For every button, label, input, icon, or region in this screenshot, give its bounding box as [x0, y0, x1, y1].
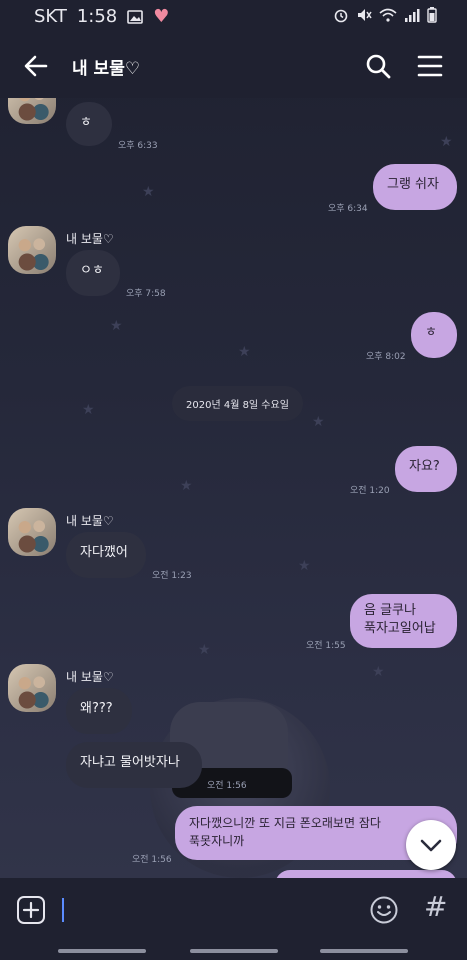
signal-icon	[405, 9, 420, 22]
message-bubble-incoming[interactable]: 자다깼어	[66, 532, 146, 578]
star-decoration: ★	[180, 478, 193, 494]
message-bubble-outgoing[interactable]: ㅎ	[411, 312, 457, 358]
message-time: 오후 6:34	[328, 204, 368, 214]
message-bubble-incoming[interactable]: ㅇㅎ	[66, 250, 120, 296]
message-input-bar: #	[0, 878, 467, 940]
avatar[interactable]	[8, 664, 56, 712]
nav-recents-button[interactable]	[58, 949, 146, 953]
avatar[interactable]	[8, 508, 56, 556]
message-time: 오전 1:56	[132, 855, 172, 865]
battery-icon	[427, 7, 437, 23]
clock: 1:58	[76, 6, 118, 27]
star-decoration: ★	[110, 318, 123, 334]
sender-name: 내 보물♡	[66, 514, 114, 528]
chat-title: 내 보물♡	[72, 59, 141, 79]
carrier-label: SKT	[34, 6, 67, 27]
emoji-icon[interactable]	[369, 895, 399, 925]
message-time: 오후 7:58	[126, 289, 166, 299]
text-input-cursor[interactable]	[62, 898, 64, 922]
star-decoration: ★	[82, 402, 95, 418]
status-left: SKT 1:58 ♥	[34, 6, 169, 27]
avatar[interactable]	[8, 226, 56, 274]
nav-home-button[interactable]	[190, 949, 278, 953]
gallery-icon	[127, 9, 144, 24]
chat-header: 내 보물♡	[0, 34, 467, 98]
message-bubble-outgoing-partial[interactable]	[275, 870, 457, 878]
message-time: 오전 1:56	[207, 781, 247, 791]
star-decoration: ★	[238, 344, 251, 360]
add-attachment-icon[interactable]	[16, 895, 46, 925]
hashtag-icon[interactable]: #	[424, 890, 447, 923]
message-bubble-incoming[interactable]: 자냐고 물어밧자나	[66, 742, 202, 788]
mute-icon	[358, 9, 372, 21]
menu-icon[interactable]	[416, 53, 444, 79]
heart-icon: ♥	[153, 6, 170, 27]
message-time: 오전 1:55	[306, 641, 346, 651]
sender-name: 내 보물♡	[66, 232, 114, 246]
message-time: 오전 1:20	[350, 486, 390, 496]
scroll-to-bottom-button[interactable]	[406, 820, 456, 870]
message-bubble-outgoing[interactable]: 그랭 쉬자	[373, 164, 457, 210]
back-arrow-icon[interactable]	[22, 52, 50, 80]
status-right	[333, 7, 437, 23]
chevron-down-icon	[420, 839, 442, 852]
system-nav-bar	[0, 940, 467, 960]
date-divider: 2020년 4월 8일 수요일	[172, 386, 303, 421]
status-bar: SKT 1:58 ♥	[0, 0, 467, 34]
star-decoration: ★	[142, 184, 155, 200]
chat-area[interactable]: ★ ★ ★ ★ ★ ★ ★ ★ ★ ★ ㅎ 오후 6:33 그랭 쉬자 오후 6…	[0, 98, 467, 878]
star-decoration: ★	[198, 642, 211, 658]
message-time: 오후 6:33	[118, 141, 158, 151]
message-bubble-incoming[interactable]: 왜???	[66, 688, 132, 734]
avatar[interactable]	[8, 98, 56, 124]
star-decoration: ★	[372, 664, 385, 680]
message-bubble-outgoing[interactable]: 자요?	[395, 446, 457, 492]
search-icon[interactable]	[364, 52, 392, 80]
nav-back-button[interactable]	[320, 949, 408, 953]
message-time: 오전 1:23	[152, 571, 192, 581]
alarm-icon	[334, 9, 348, 23]
wifi-icon	[379, 8, 397, 22]
star-decoration: ★	[298, 558, 311, 574]
message-bubble-incoming[interactable]: ㅎ	[66, 102, 112, 146]
sender-name: 내 보물♡	[66, 670, 114, 684]
message-time: 오후 8:02	[366, 352, 406, 362]
star-decoration: ★	[440, 134, 453, 150]
message-bubble-outgoing[interactable]: 음 글쿠나 푹자고일어납	[350, 594, 457, 648]
star-decoration: ★	[312, 414, 325, 430]
